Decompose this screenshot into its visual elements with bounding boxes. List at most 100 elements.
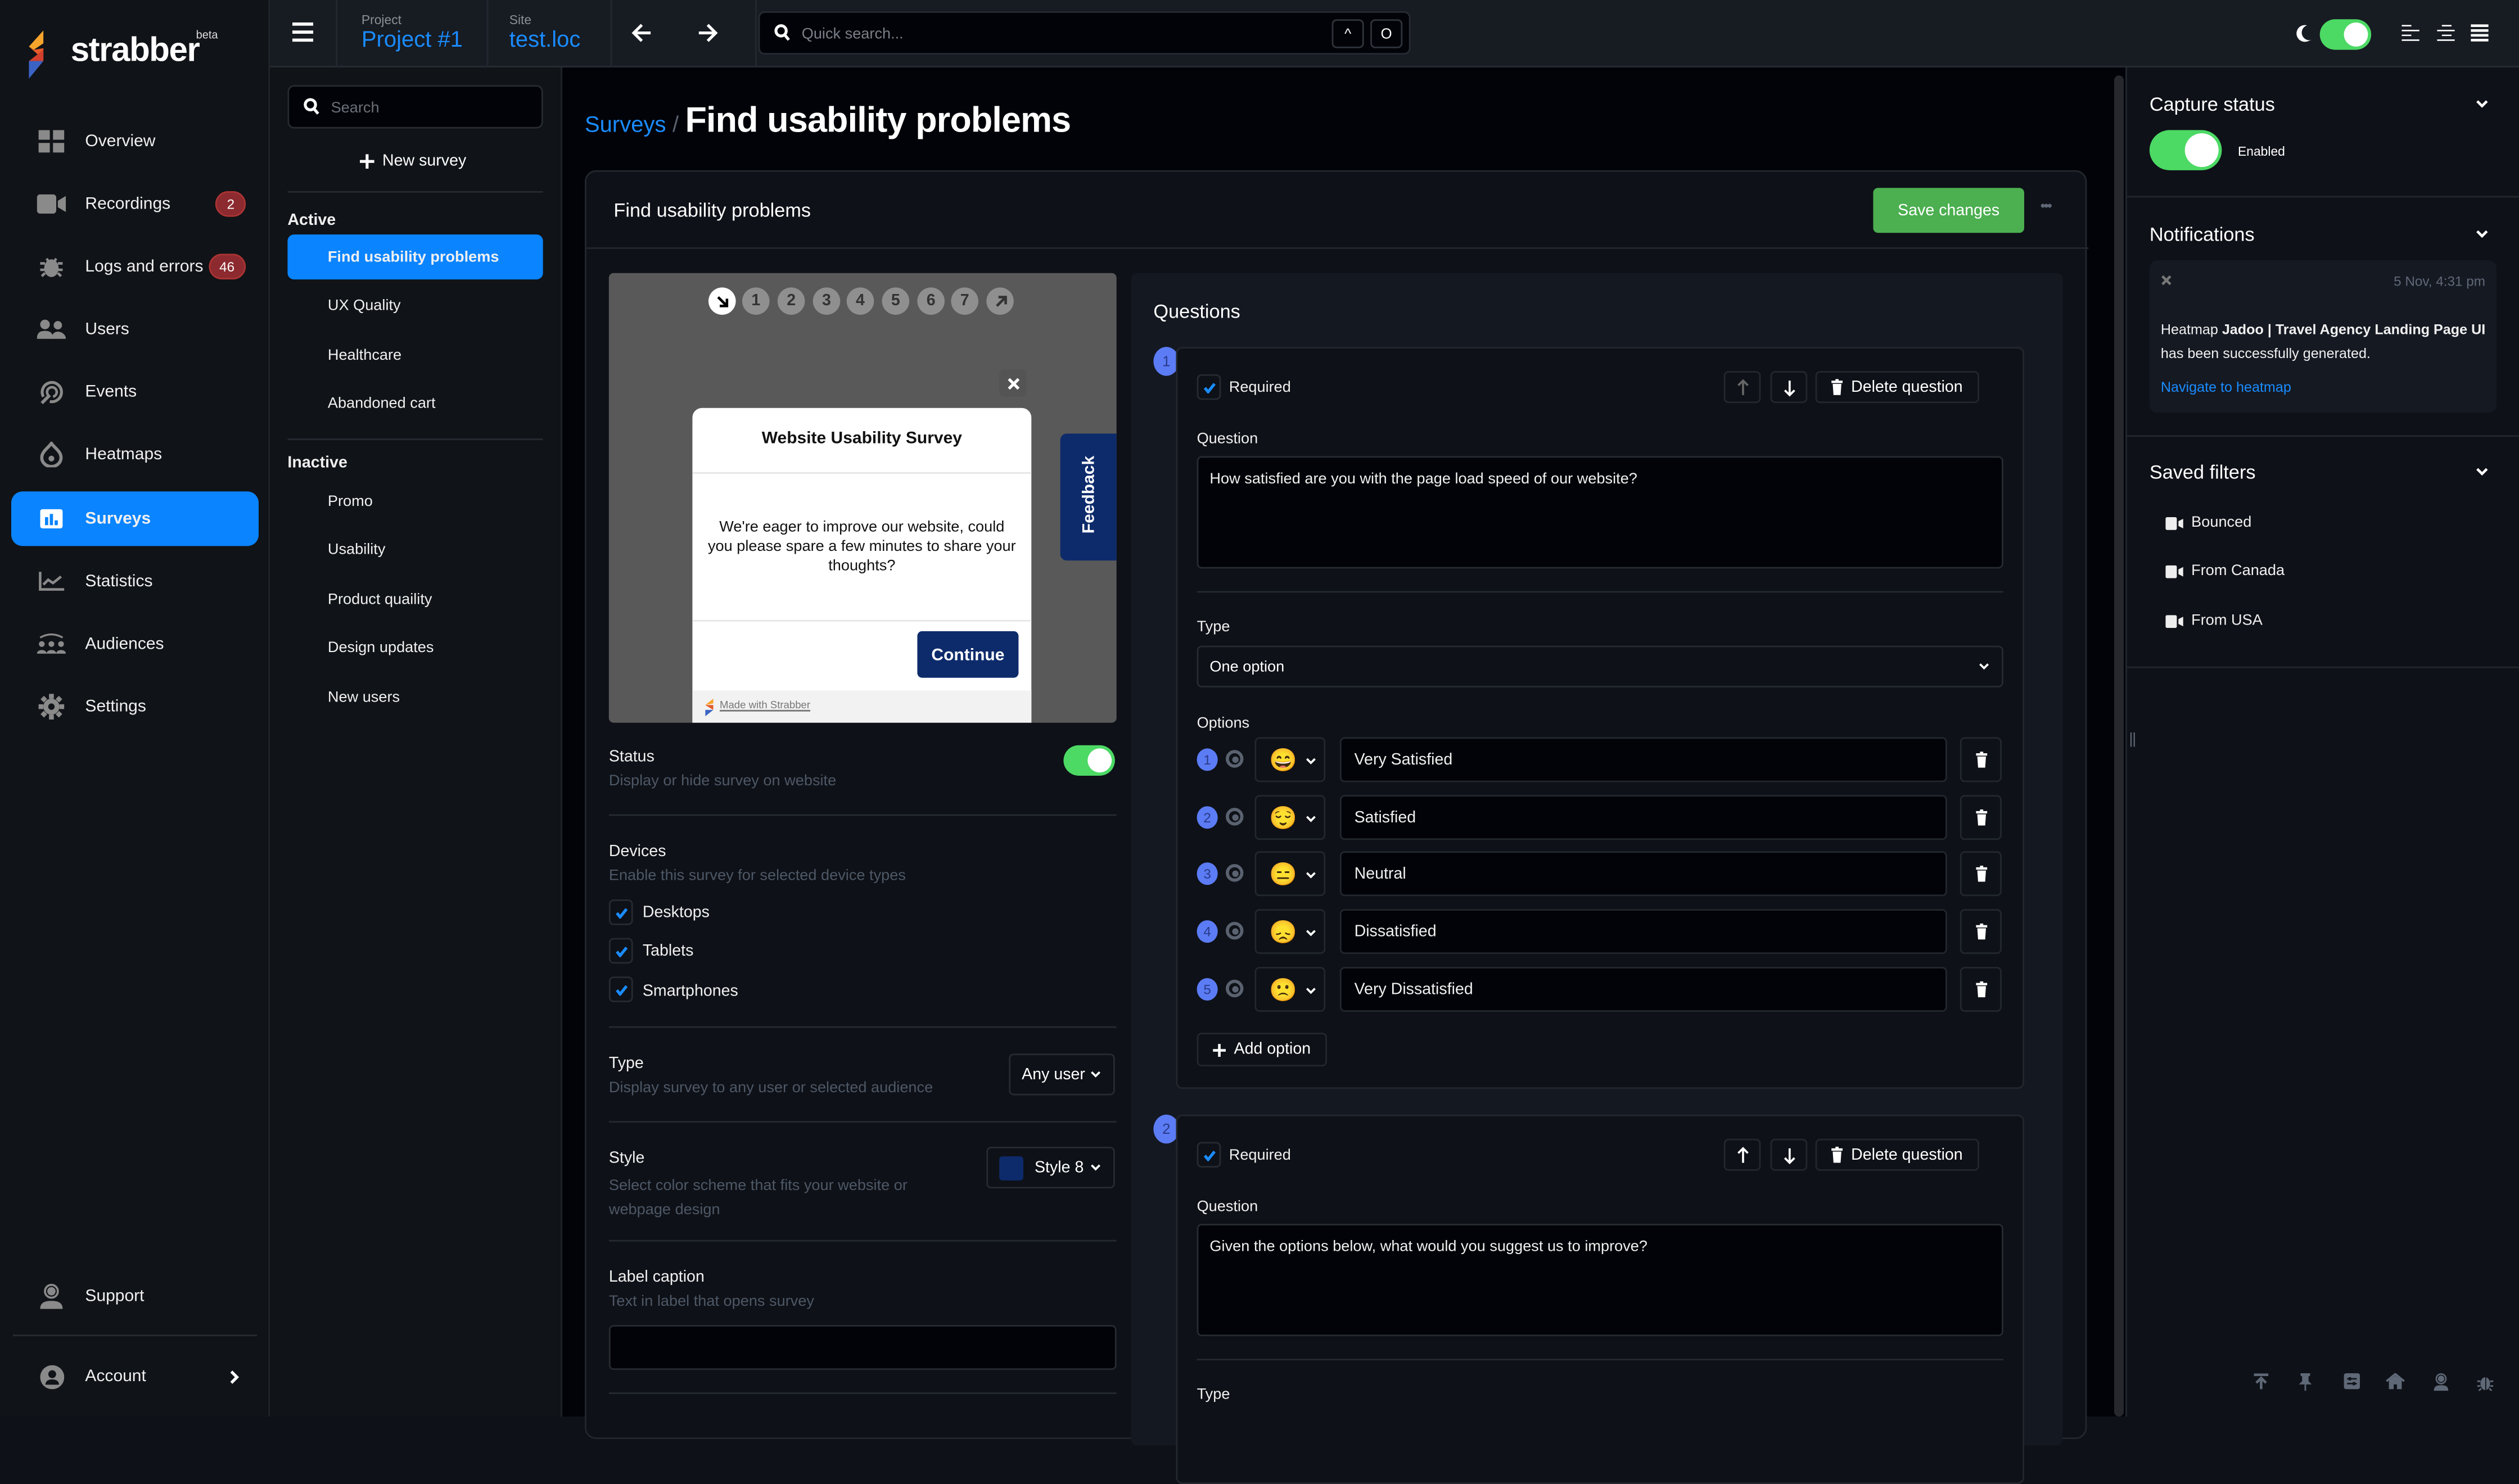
dark-mode-toggle[interactable] xyxy=(2319,19,2372,50)
support-icon[interactable] xyxy=(2434,1373,2449,1391)
scroll-top-icon[interactable] xyxy=(2254,1373,2269,1390)
survey-item[interactable]: UX Quality xyxy=(287,283,543,328)
align-center-icon[interactable] xyxy=(2437,24,2455,42)
nav-item-surveys[interactable]: Surveys xyxy=(11,491,259,546)
survey-item[interactable]: Healthcare xyxy=(287,332,543,377)
option-text-input[interactable]: Very Satisfied xyxy=(1339,737,1947,782)
saved-filter-item[interactable]: Bounced xyxy=(2165,514,2251,532)
option-text-input[interactable]: Satisfied xyxy=(1339,795,1947,840)
option-text-input[interactable]: Dissatisfied xyxy=(1339,909,1947,954)
survey-item[interactable]: Find usability problems xyxy=(287,234,543,280)
survey-item[interactable]: Design updates xyxy=(287,625,543,669)
delete-option-button[interactable] xyxy=(1960,909,2002,954)
question-type-dropdown[interactable]: One option xyxy=(1197,645,2003,687)
survey-item[interactable]: Promo xyxy=(287,478,543,523)
capture-status-toggle[interactable] xyxy=(2149,130,2222,170)
survey-item[interactable]: Product quaility xyxy=(287,577,543,622)
more-options-icon[interactable]: ••• xyxy=(2041,197,2053,214)
option-radio[interactable] xyxy=(1226,808,1244,826)
navigate-to-heatmap-link[interactable]: Navigate to heatmap xyxy=(2161,379,2291,395)
add-option-button[interactable]: Add option xyxy=(1197,1033,1327,1067)
saved-filter-item[interactable]: From USA xyxy=(2165,612,2263,630)
nav-item-recordings[interactable]: Recordings 2 xyxy=(11,177,259,231)
nav-item-events[interactable]: Events xyxy=(11,365,259,419)
smartphones-checkbox[interactable] xyxy=(608,976,633,1002)
move-up-button[interactable] xyxy=(1723,1138,1761,1171)
delete-option-button[interactable] xyxy=(1960,967,2002,1012)
main-scrollbar[interactable] xyxy=(2114,75,2124,1417)
delete-option-button[interactable] xyxy=(1960,851,2002,897)
chevron-down-icon[interactable] xyxy=(2476,467,2489,476)
made-with-strabber-link[interactable]: Made with Strabber xyxy=(720,700,810,712)
continue-button[interactable]: Continue xyxy=(917,631,1019,678)
chevron-down-icon[interactable] xyxy=(2476,99,2489,108)
close-icon[interactable] xyxy=(999,369,1027,397)
status-toggle[interactable] xyxy=(1063,745,1115,776)
home-icon[interactable] xyxy=(2386,1373,2405,1390)
required-checkbox[interactable] xyxy=(1197,374,1221,400)
save-changes-button[interactable]: Save changes xyxy=(1873,188,2024,233)
survey-item[interactable]: Abandoned cart xyxy=(287,381,543,426)
required-checkbox[interactable] xyxy=(1197,1142,1221,1168)
survey-item[interactable]: Usability xyxy=(287,527,543,572)
emoji-picker[interactable]: 😄 xyxy=(1254,737,1326,782)
desktops-checkbox[interactable] xyxy=(608,899,633,925)
new-survey-button[interactable]: New survey xyxy=(360,152,466,170)
step-button[interactable]: 6 xyxy=(917,287,945,315)
site-selector[interactable]: Site test.loc xyxy=(509,0,622,67)
step-button[interactable]: 2 xyxy=(777,287,805,315)
delete-option-button[interactable] xyxy=(1960,737,2002,782)
question-textarea[interactable]: How satisfied are you with the page load… xyxy=(1197,456,2003,569)
project-selector[interactable]: Project Project #1 xyxy=(362,0,506,67)
bug-report-icon[interactable] xyxy=(2477,1373,2494,1391)
step-expand-icon[interactable] xyxy=(986,287,1014,315)
step-button[interactable]: 1 xyxy=(742,287,770,315)
nav-item-users[interactable]: Users xyxy=(11,302,259,356)
nav-item-account[interactable]: Account xyxy=(11,1349,259,1404)
question-textarea[interactable]: Given the options below, what would you … xyxy=(1197,1224,2003,1337)
breadcrumb-surveys-link[interactable]: Surveys xyxy=(585,111,666,137)
step-minimize-icon[interactable] xyxy=(708,287,736,315)
chevron-down-icon[interactable] xyxy=(2476,230,2489,238)
nav-item-audiences[interactable]: Audiences xyxy=(11,617,259,671)
forward-arrow-icon[interactable] xyxy=(697,22,718,43)
quick-search-input[interactable]: Quick search... ^ O xyxy=(758,11,1411,55)
delete-question-button[interactable]: Delete question xyxy=(1815,371,1979,404)
option-radio[interactable] xyxy=(1226,979,1244,998)
panel-resize-handle[interactable] xyxy=(2130,732,2136,747)
step-button[interactable]: 7 xyxy=(951,287,978,315)
emoji-picker[interactable]: 😌 xyxy=(1254,795,1326,840)
survey-item[interactable]: New users xyxy=(287,675,543,720)
option-radio[interactable] xyxy=(1226,864,1244,882)
nav-item-settings[interactable]: Settings xyxy=(11,680,259,734)
option-text-input[interactable]: Neutral xyxy=(1339,851,1947,897)
back-arrow-icon[interactable] xyxy=(631,22,652,43)
delete-question-button[interactable]: Delete question xyxy=(1815,1138,1979,1171)
pin-icon[interactable] xyxy=(2299,1373,2312,1391)
step-button[interactable]: 5 xyxy=(882,287,910,315)
label-caption-input[interactable] xyxy=(608,1325,1117,1370)
option-radio[interactable] xyxy=(1226,922,1244,940)
nav-item-heatmaps[interactable]: Heatmaps xyxy=(11,427,259,482)
feedback-tab[interactable]: Feedback xyxy=(1060,433,1117,561)
delete-option-button[interactable] xyxy=(1960,795,2002,840)
saved-filter-item[interactable]: From Canada xyxy=(2165,562,2285,580)
style-dropdown[interactable]: Style 8 xyxy=(986,1147,1115,1189)
tablets-checkbox[interactable] xyxy=(608,938,633,964)
emoji-picker[interactable]: 🙁 xyxy=(1254,967,1326,1012)
move-down-button[interactable] xyxy=(1770,371,1808,404)
align-justify-icon[interactable] xyxy=(2471,24,2489,42)
step-button[interactable]: 3 xyxy=(812,287,841,315)
sliders-icon[interactable] xyxy=(2344,1373,2360,1390)
hamburger-menu-icon[interactable] xyxy=(292,22,314,42)
step-button[interactable]: 4 xyxy=(846,287,874,315)
emoji-picker[interactable]: 😞 xyxy=(1254,909,1326,954)
nav-item-logs-and-errors[interactable]: Logs and errors 46 xyxy=(11,239,259,294)
nav-item-support[interactable]: Support xyxy=(11,1269,259,1323)
align-left-icon[interactable] xyxy=(2401,24,2419,42)
nav-item-overview[interactable]: Overview xyxy=(11,114,259,169)
dismiss-notification-icon[interactable] xyxy=(2161,275,2172,286)
audience-type-dropdown[interactable]: Any user xyxy=(1009,1053,1115,1096)
move-down-button[interactable] xyxy=(1770,1138,1808,1171)
emoji-picker[interactable]: 😑 xyxy=(1254,851,1326,897)
